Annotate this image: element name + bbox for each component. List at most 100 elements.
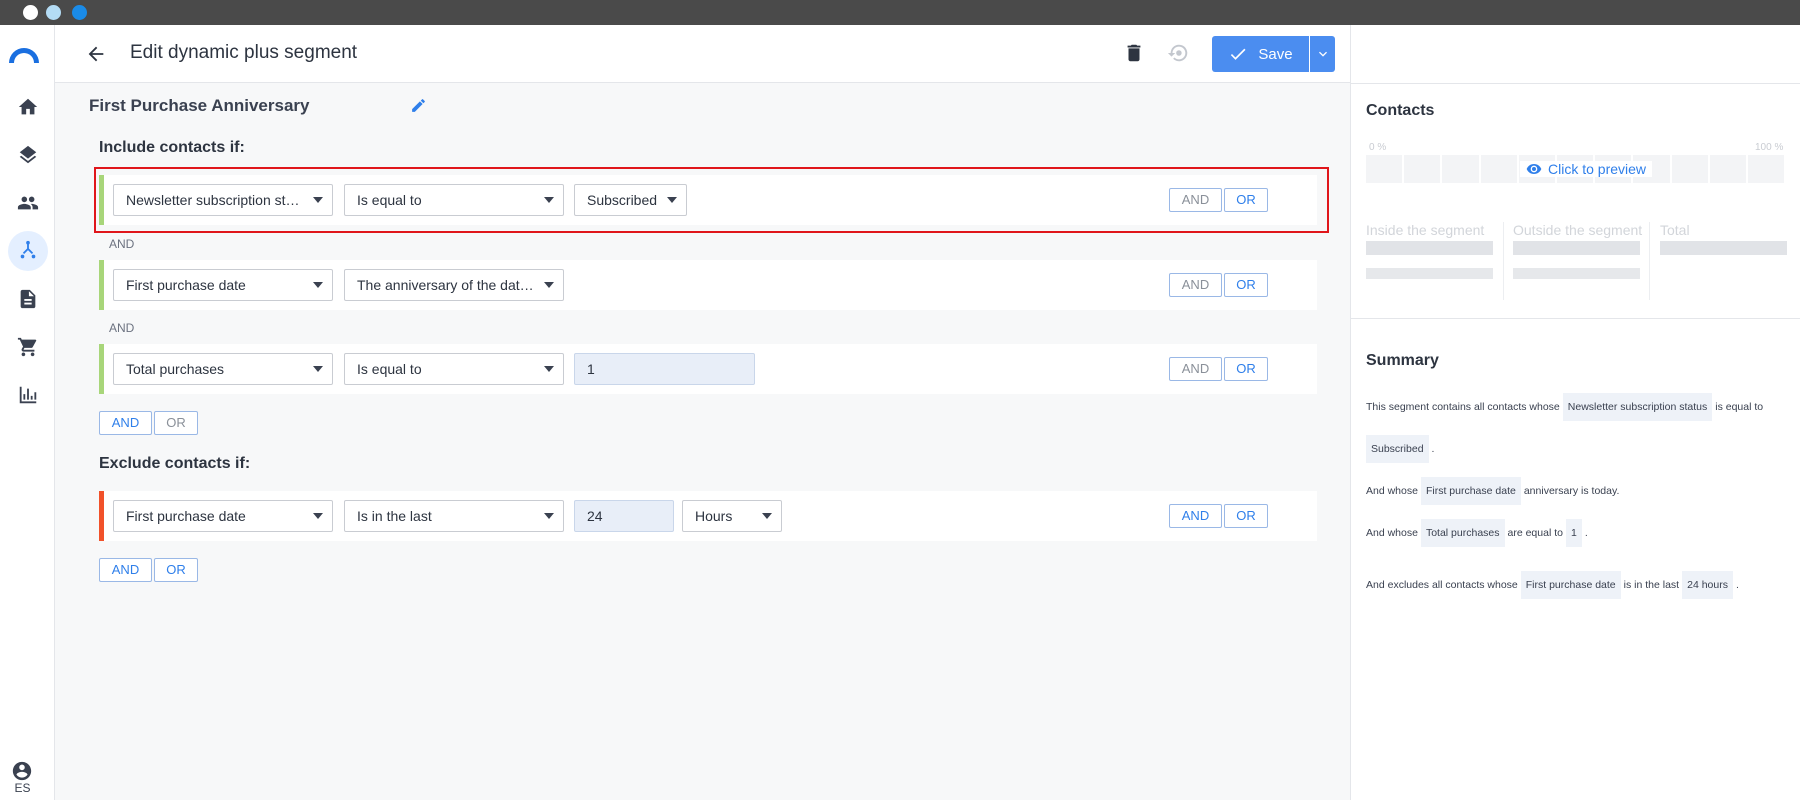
- pencil-icon[interactable]: [410, 97, 427, 114]
- window-maximize-dot[interactable]: [72, 5, 87, 20]
- rule-or-button[interactable]: OR: [1224, 357, 1268, 381]
- checkmark-icon: [1231, 48, 1246, 60]
- rule-or-button[interactable]: OR: [1224, 273, 1268, 297]
- caret-down-icon: [762, 513, 772, 519]
- segment-name: First Purchase Anniversary: [89, 96, 310, 115]
- summary-text-part: .: [1735, 579, 1739, 591]
- page-title: Edit dynamic plus segment: [130, 42, 358, 63]
- caret-down-icon: [313, 282, 323, 288]
- window-close-dot[interactable]: [23, 5, 38, 20]
- summary-chip: Total purchases: [1420, 519, 1505, 547]
- sidebar-item-reports[interactable]: [8, 375, 48, 415]
- exclude-title: Exclude contacts if:: [99, 455, 251, 472]
- field-select-value: Total purchases: [126, 361, 225, 377]
- summary-chip: First purchase date: [1420, 477, 1521, 505]
- brand-logo-icon[interactable]: [7, 43, 41, 63]
- unit-select[interactable]: Hours: [682, 500, 782, 532]
- operator-select[interactable]: Is in the last: [344, 500, 564, 532]
- include-add-or-button[interactable]: OR: [154, 411, 198, 435]
- summary-chip: Subscribed: [1366, 435, 1429, 463]
- document-icon: [20, 289, 36, 309]
- click-to-preview-link[interactable]: Click to preview: [1520, 161, 1653, 177]
- rule-connector: AND: [109, 237, 135, 251]
- sidebar-item-cart[interactable]: [8, 327, 48, 367]
- total-label: Total: [1660, 222, 1690, 238]
- field-select[interactable]: First purchase date: [113, 500, 333, 532]
- rule-and-button[interactable]: AND: [1169, 504, 1222, 528]
- summary-text-part: This segment contains all contacts whose: [1366, 401, 1560, 413]
- summary-line: And whose Total purchases are equal to 1.: [1366, 512, 1786, 554]
- rule-or-button[interactable]: OR: [1224, 504, 1268, 528]
- include-add-and-button[interactable]: AND: [99, 411, 152, 435]
- summary-text: This segment contains all contacts whose…: [1366, 386, 1786, 606]
- trash-icon[interactable]: [1123, 42, 1145, 64]
- summary-text-part: And whose: [1366, 527, 1418, 539]
- segments-icon: [20, 240, 36, 259]
- operator-select[interactable]: Is equal to: [344, 353, 564, 385]
- summary-text-part: .: [1584, 527, 1588, 539]
- divider: [1649, 222, 1650, 300]
- user-account-icon[interactable]: [11, 760, 33, 782]
- summary-text-part: .: [1431, 443, 1435, 455]
- language-label[interactable]: ES: [0, 781, 45, 795]
- summary-line: And excludes all contacts whose First pur…: [1366, 564, 1786, 606]
- save-button[interactable]: Save: [1212, 36, 1309, 72]
- rule-and-button[interactable]: AND: [1169, 357, 1222, 381]
- percent-min-label: 0 %: [1369, 142, 1387, 153]
- loading-placeholder: [1513, 241, 1640, 255]
- sidebar-item-layers[interactable]: [8, 135, 48, 175]
- window-titlebar: [0, 0, 1800, 25]
- rule-and-button[interactable]: AND: [1169, 273, 1222, 297]
- value-input[interactable]: 24: [574, 500, 674, 532]
- caret-down-icon: [313, 366, 323, 372]
- exclude-add-and-button[interactable]: AND: [99, 558, 152, 582]
- summary-text-part: is in the last: [1623, 579, 1680, 591]
- caret-down-icon: [544, 513, 554, 519]
- divider: [1350, 318, 1800, 319]
- loading-placeholder: [1660, 241, 1787, 255]
- summary-text-part: And whose: [1366, 485, 1418, 497]
- sidebar-item-contacts[interactable]: [8, 183, 48, 223]
- caret-down-icon: [544, 282, 554, 288]
- loading-placeholder: [1366, 268, 1493, 279]
- layers-icon: [19, 145, 37, 164]
- summary-chip: Newsletter subscription status: [1562, 393, 1713, 421]
- loading-placeholder: [1513, 268, 1640, 279]
- preview-label: Click to preview: [1548, 161, 1647, 177]
- field-select-value: First purchase date: [126, 277, 246, 293]
- summary-line: And whose First purchase date anniversary …: [1366, 470, 1786, 512]
- loading-placeholder: [1366, 241, 1493, 255]
- inside-segment-label: Inside the segment: [1366, 222, 1485, 238]
- operator-select-value: The anniversary of the date is today: [357, 277, 564, 293]
- sidebar-item-home[interactable]: [8, 87, 48, 127]
- operator-select[interactable]: The anniversary of the date is today: [344, 269, 564, 301]
- operator-select-value: Is equal to: [357, 361, 422, 377]
- operator-select-value: Is in the last: [357, 508, 432, 524]
- summary-line: This segment contains all contacts whose…: [1366, 386, 1786, 428]
- exclude-add-or-button[interactable]: OR: [154, 558, 198, 582]
- window-minimize-dot[interactable]: [46, 5, 61, 20]
- back-arrow-icon[interactable]: [85, 43, 107, 65]
- exclude-rule-marker: [99, 491, 104, 541]
- contacts-title: Contacts: [1366, 102, 1435, 119]
- summary-chip: 1: [1565, 519, 1582, 547]
- summary-line: Subscribed.: [1366, 428, 1786, 470]
- field-select[interactable]: Total purchases: [113, 353, 333, 385]
- summary-text-part: are equal to: [1507, 527, 1563, 539]
- percent-max-label: 100 %: [1755, 142, 1784, 153]
- include-title: Include contacts if:: [99, 139, 245, 156]
- sidebar-item-segments[interactable]: [8, 231, 48, 271]
- restore-icon[interactable]: [1167, 42, 1189, 64]
- sidebar-item-documents[interactable]: [8, 279, 48, 319]
- unit-select-value: Hours: [695, 508, 733, 524]
- eye-icon: [1526, 164, 1542, 174]
- summary-chip: First purchase date: [1520, 571, 1621, 599]
- field-select-value: First purchase date: [126, 508, 246, 524]
- field-select[interactable]: First purchase date: [113, 269, 333, 301]
- value-input[interactable]: 1: [574, 353, 755, 385]
- highlight-box: [94, 167, 1329, 233]
- summary-text-part: And excludes all contacts whose: [1366, 579, 1518, 591]
- save-label: Save: [1258, 45, 1293, 63]
- save-options-dropdown[interactable]: [1310, 36, 1335, 72]
- sidebar: ES: [0, 25, 55, 800]
